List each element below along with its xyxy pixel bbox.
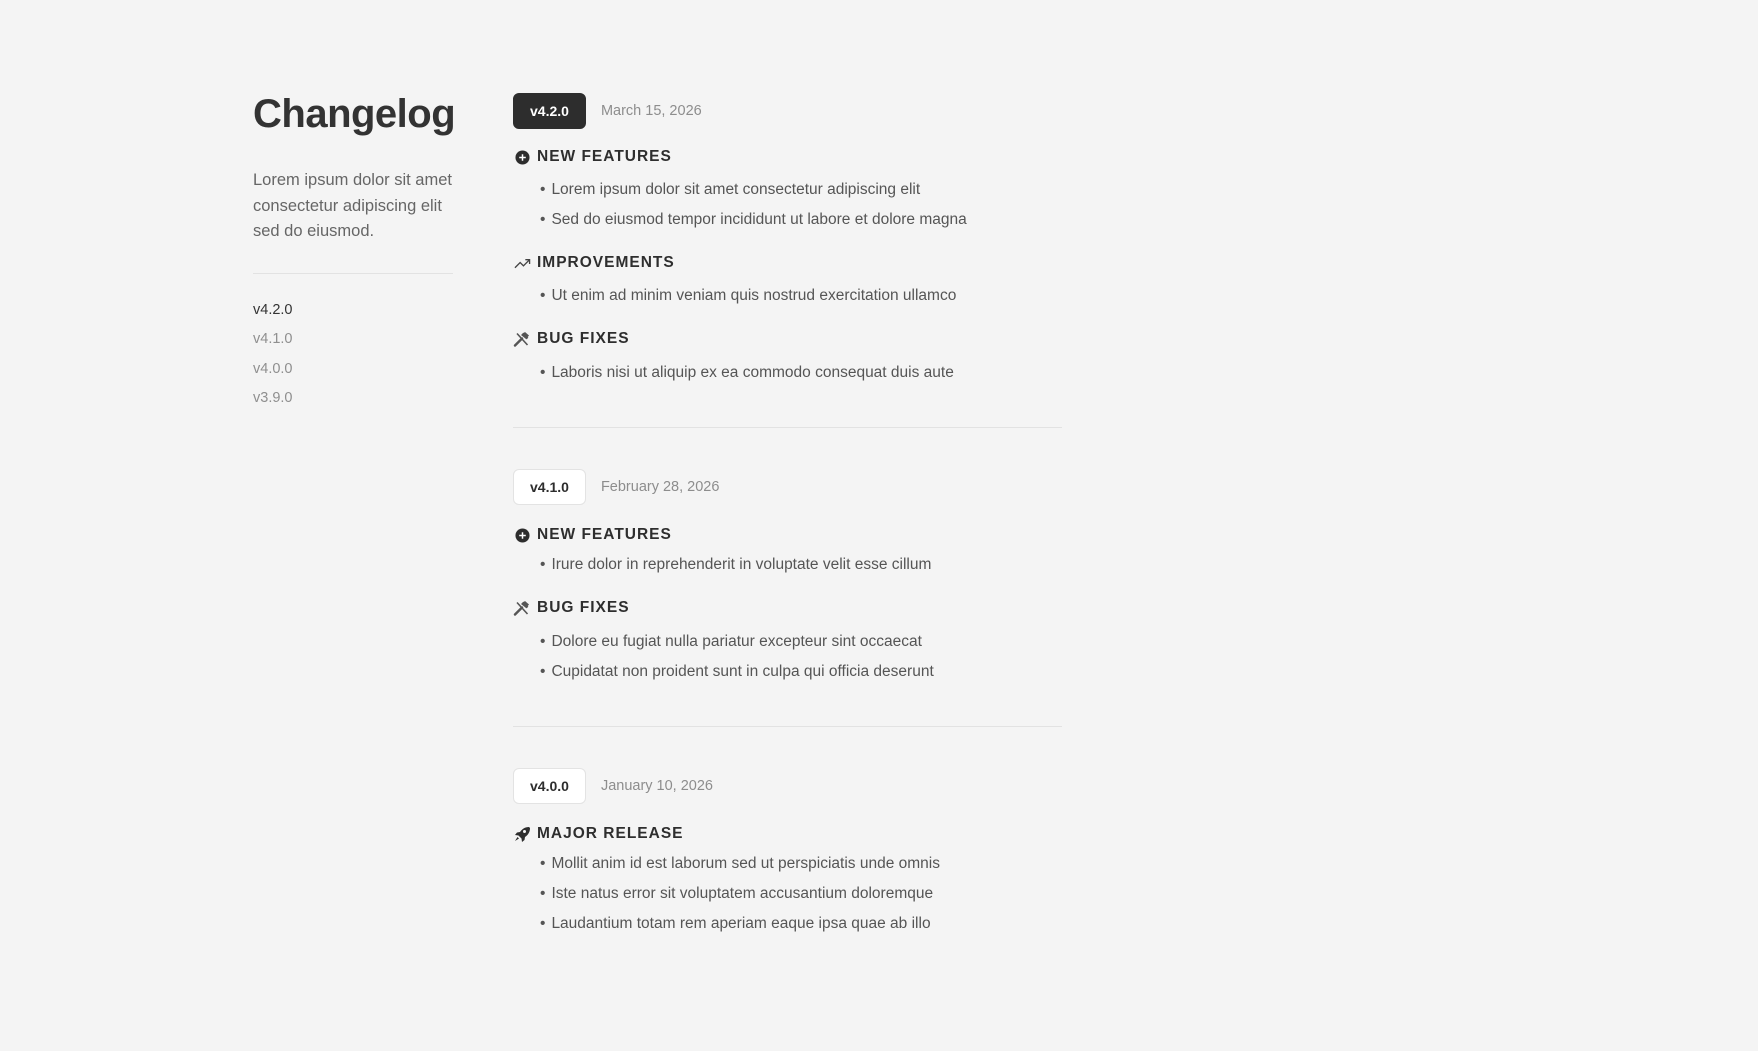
release-section: BUG FIXES Laboris nisi ut aliquip ex ea … — [513, 328, 1062, 388]
sidebar: Changelog Lorem ipsum dolor sit amet con… — [253, 88, 456, 430]
change-item: Dolore eu fugiat nulla pariatur excepteu… — [540, 627, 1062, 657]
tools-icon — [513, 330, 531, 348]
sidebar-divider — [253, 272, 453, 274]
change-item: Irure dolor in reprehenderit in voluptat… — [540, 550, 1062, 580]
release-section: NEW FEATURES Lorem ipsum dolor sit amet … — [513, 146, 1062, 235]
change-list: Ut enim ad minim veniam quis nostrud exe… — [513, 281, 1062, 311]
version-nav-item-v4-1-0[interactable]: v4.1.0 — [253, 325, 453, 355]
release-date: February 28, 2026 — [600, 479, 720, 495]
version-nav: v4.2.0 v4.1.0 v4.0.0 v3.9.0 — [253, 296, 453, 414]
release-section: BUG FIXES Dolore eu fugiat nulla pariatu… — [513, 597, 1062, 687]
release-list: v4.2.0 March 15, 2026 NEW FEATURES Lorem… — [513, 92, 1062, 939]
section-heading: NEW FEATURES — [513, 146, 1062, 168]
section-title: NEW FEATURES — [537, 148, 672, 165]
version-nav-item-v4-2-0[interactable]: v4.2.0 — [253, 296, 453, 326]
change-item: Laboris nisi ut aliquip ex ea commodo co… — [540, 358, 1062, 388]
section-title: BUG FIXES — [537, 599, 630, 616]
change-item: Ut enim ad minim veniam quis nostrud exe… — [540, 281, 1062, 311]
change-item: Lorem ipsum dolor sit amet consectetur a… — [540, 175, 1062, 205]
release-entry: v4.0.0 January 10, 2026 MAJOR RELEASE Mo… — [513, 727, 1062, 939]
change-item: Iste natus error sit voluptatem accusant… — [540, 879, 1062, 909]
release-header: v4.2.0 March 15, 2026 — [513, 92, 1062, 130]
change-item: Cupidatat non proident sunt in culpa qui… — [540, 657, 1062, 687]
page-title: Changelog — [253, 92, 456, 136]
change-list: Dolore eu fugiat nulla pariatur excepteu… — [513, 627, 1062, 687]
release-date: March 15, 2026 — [600, 103, 702, 119]
section-title: IMPROVEMENTS — [537, 254, 675, 271]
change-item: Sed do eiusmod tempor incididunt ut labo… — [540, 205, 1062, 235]
section-title: MAJOR RELEASE — [537, 825, 684, 842]
plus-circle-icon — [513, 148, 531, 166]
section-heading: IMPROVEMENTS — [513, 252, 1062, 274]
change-list: Laboris nisi ut aliquip ex ea commodo co… — [513, 358, 1062, 388]
version-badge: v4.0.0 — [513, 768, 586, 804]
section-heading: BUG FIXES — [513, 597, 1062, 619]
release-header: v4.0.0 January 10, 2026 — [513, 767, 1062, 805]
version-badge: v4.2.0 — [513, 93, 586, 129]
plus-circle-icon — [513, 526, 531, 544]
section-heading: MAJOR RELEASE — [513, 823, 1062, 845]
rocket-icon — [513, 825, 531, 843]
release-entry: v4.1.0 February 28, 2026 NEW FEATURES Ir… — [513, 428, 1062, 727]
version-nav-item-v3-9-0[interactable]: v3.9.0 — [253, 384, 453, 414]
release-section: NEW FEATURES Irure dolor in reprehenderi… — [513, 524, 1062, 580]
change-list: Mollit anim id est laborum sed ut perspi… — [513, 849, 1062, 939]
version-badge: v4.1.0 — [513, 469, 586, 505]
release-entry: v4.2.0 March 15, 2026 NEW FEATURES Lorem… — [513, 92, 1062, 428]
change-list: Irure dolor in reprehenderit in voluptat… — [513, 550, 1062, 580]
section-heading: NEW FEATURES — [513, 524, 1062, 546]
page-description: Lorem ipsum dolor sit amet consectetur a… — [253, 171, 452, 240]
release-section: MAJOR RELEASE Mollit anim id est laborum… — [513, 823, 1062, 939]
change-item: Laudantium totam rem aperiam eaque ipsa … — [540, 909, 1062, 939]
section-heading: BUG FIXES — [513, 328, 1062, 350]
section-title: NEW FEATURES — [537, 526, 672, 543]
release-header: v4.1.0 February 28, 2026 — [513, 468, 1062, 506]
tools-icon — [513, 599, 531, 617]
section-title: BUG FIXES — [537, 330, 630, 347]
release-section: IMPROVEMENTS Ut enim ad minim veniam qui… — [513, 252, 1062, 311]
trending-up-icon — [513, 254, 531, 272]
changelog-page: Changelog Lorem ipsum dolor sit amet con… — [0, 0, 1758, 1051]
release-date: January 10, 2026 — [600, 778, 713, 794]
change-item: Mollit anim id est laborum sed ut perspi… — [540, 849, 1062, 879]
change-list: Lorem ipsum dolor sit amet consectetur a… — [513, 175, 1062, 235]
version-nav-item-v4-0-0[interactable]: v4.0.0 — [253, 355, 453, 385]
